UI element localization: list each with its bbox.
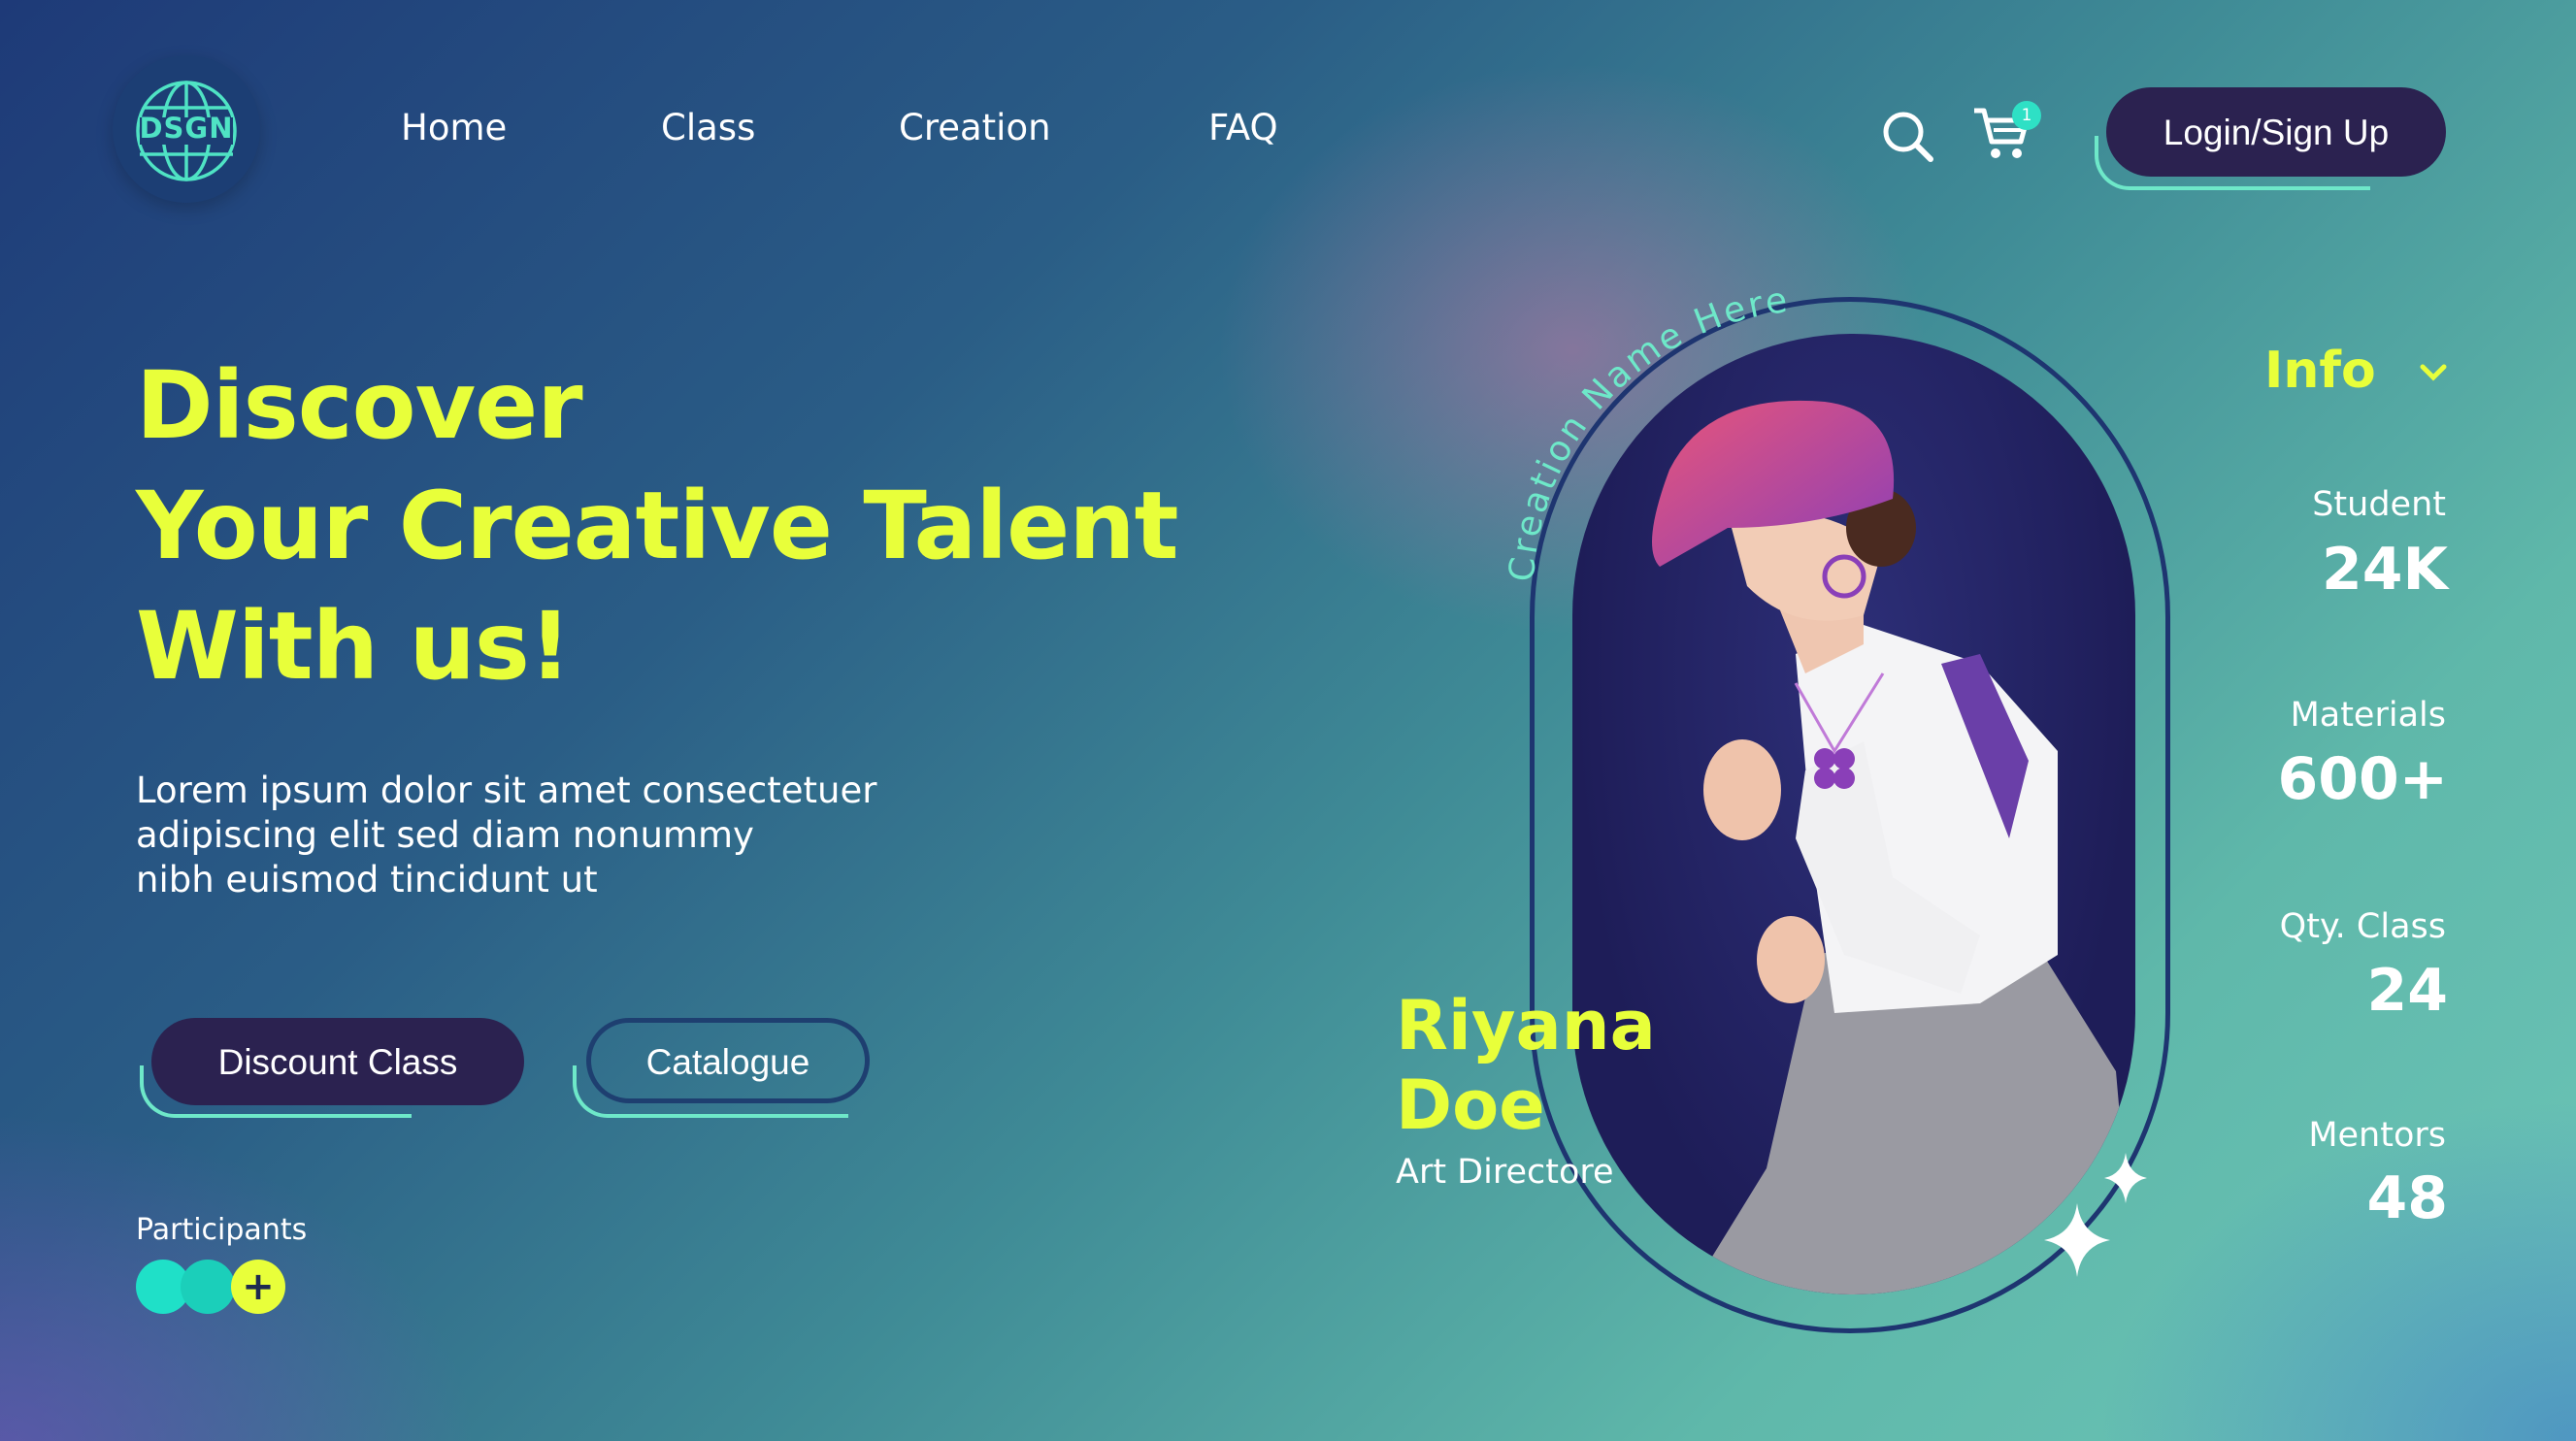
add-participant-button[interactable]: + [231,1260,285,1314]
creation-name-arc: Creation Name Here [1495,272,1922,625]
stat-label-materials: Materials [2290,696,2446,735]
stat-value-qty-class: 24 [2366,957,2449,1025]
participants-label: Participants [136,1213,308,1247]
logo-text: DSGN [139,112,234,145]
hero-title-line3: With us! [136,592,572,701]
cart-count-badge: 1 [2012,101,2041,130]
stat-value-materials: 600+ [2277,745,2448,813]
participant-avatar[interactable] [181,1260,235,1314]
nav-class[interactable]: Class [661,107,755,148]
catalogue-button[interactable]: Catalogue [586,1018,870,1103]
sparkle-icon [2044,1153,2147,1277]
info-toggle[interactable]: Info [2264,342,2376,400]
stat-value-mentors: 48 [2366,1164,2449,1232]
mentor-last-name: Doe [1396,1065,1545,1145]
hero-title-line1: Discover [136,351,583,460]
search-button[interactable] [1880,109,1936,169]
plus-icon: + [242,1264,275,1309]
nav-creation[interactable]: Creation [899,107,1051,148]
svg-text:Creation Name Here: Creation Name Here [1503,280,1793,583]
stat-label-mentors: Mentors [2308,1116,2446,1155]
stat-value-student: 24K [2322,536,2448,604]
stat-label-student: Student [2312,485,2446,524]
mentor-first-name: Riyana [1396,986,1656,1065]
nav-home[interactable]: Home [401,107,507,148]
login-signup-button[interactable]: Login/Sign Up [2106,87,2446,177]
creation-name-text: Creation Name Here [1503,280,1790,583]
logo[interactable]: DSGN [113,55,260,203]
nav-faq[interactable]: FAQ [1208,107,1278,148]
chevron-down-icon[interactable] [2419,363,2448,382]
stat-label-qty-class: Qty. Class [2279,907,2446,946]
hero-description: Lorem ipsum dolor sit amet consectetuer … [136,769,990,902]
hero-description-line: nibh euismod tincidunt ut [136,859,598,901]
hero-title-line2: Your Creative Talent [136,472,1178,580]
mentor-role: Art Directore [1396,1153,1614,1192]
creation-name-arc-svg: Creation Name Here [1503,280,1793,583]
discount-class-button[interactable]: Discount Class [151,1018,524,1105]
hero-description-line: Lorem ipsum dolor sit amet consectetuer [136,770,877,811]
hero-description-line: adipiscing elit sed diam nonummy [136,814,754,856]
search-icon [1883,112,1933,162]
